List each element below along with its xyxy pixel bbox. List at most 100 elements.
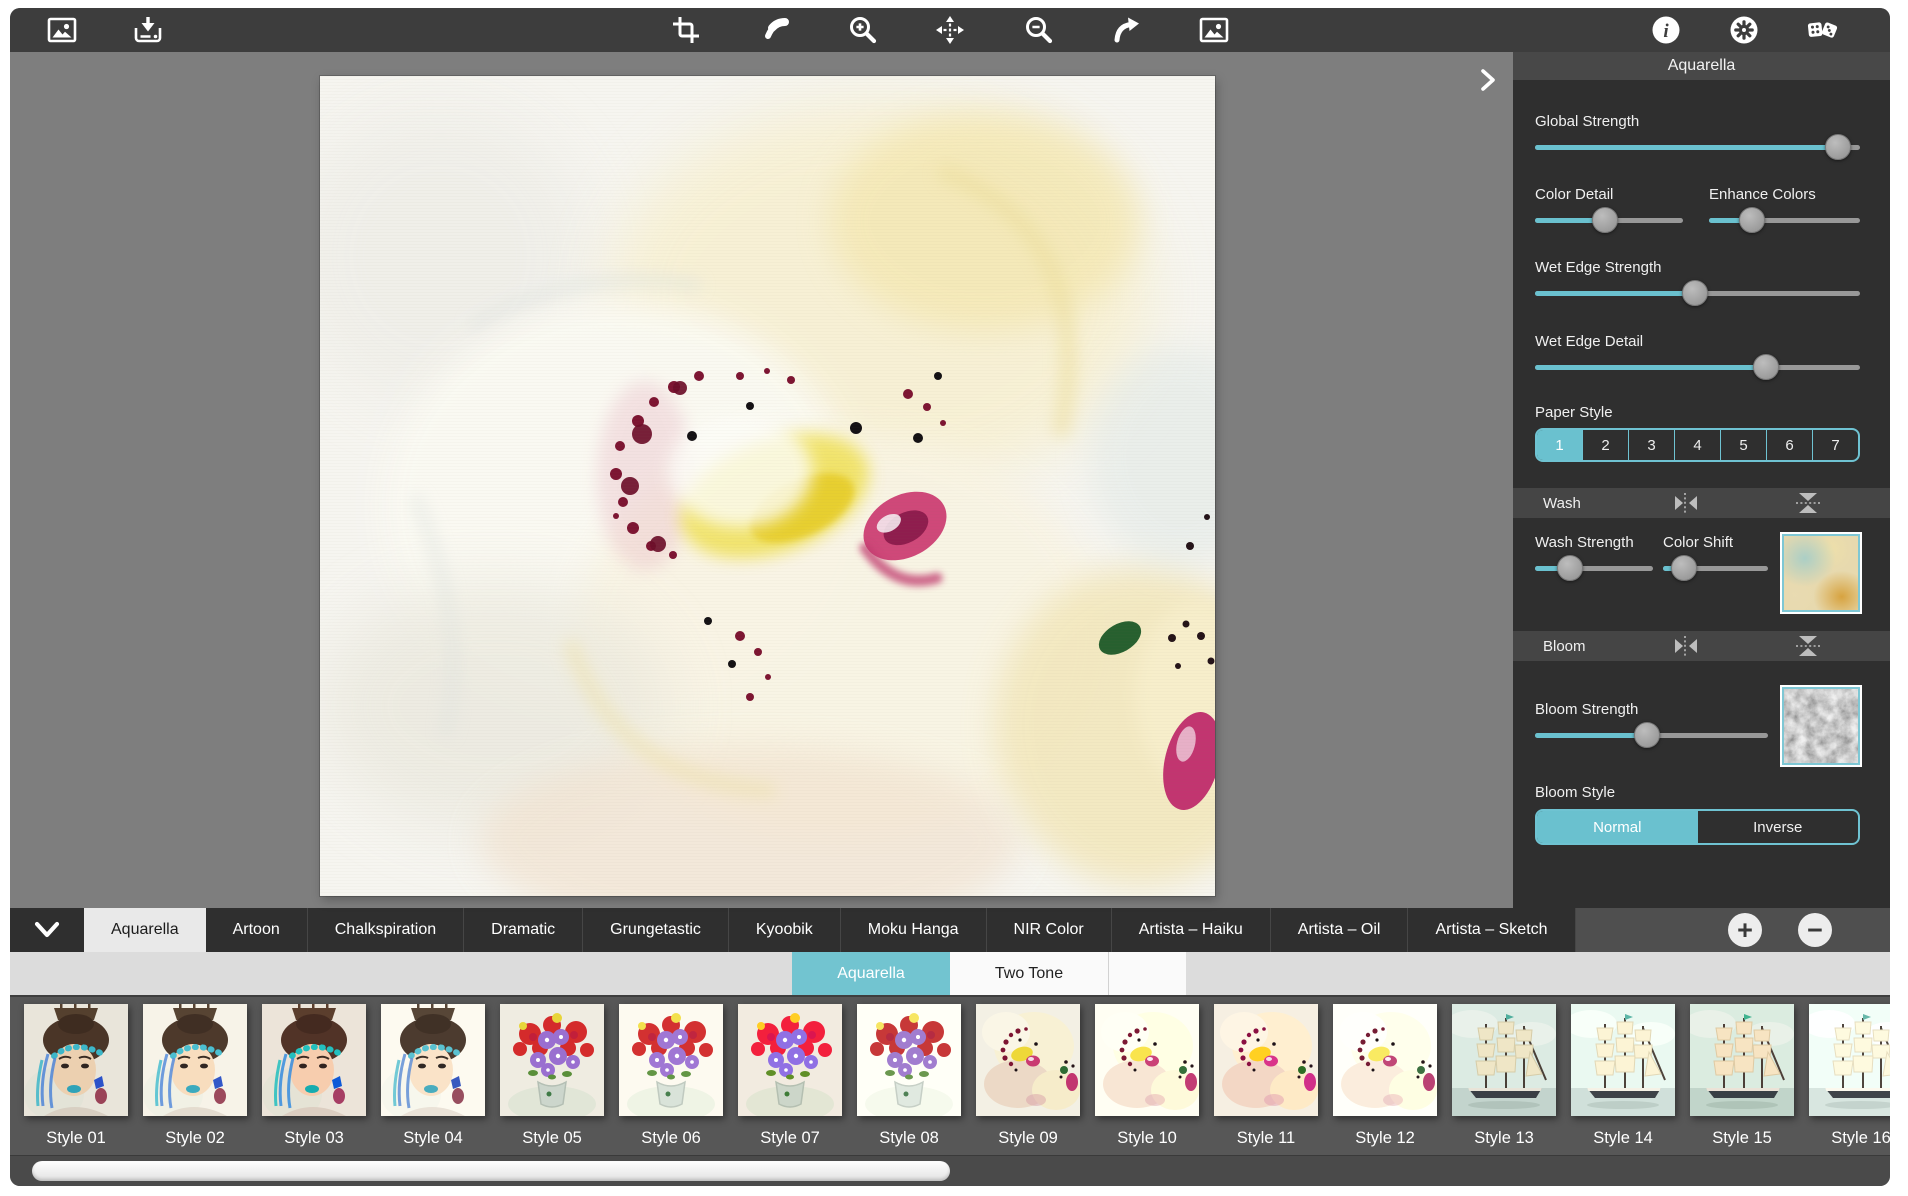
tab-actions: + − [1576, 908, 1890, 952]
color-shift-slider[interactable] [1663, 555, 1768, 581]
orchid-thumb [1333, 1004, 1437, 1116]
add-preset-button[interactable]: + [1728, 913, 1762, 947]
bouquet-thumb [500, 1004, 604, 1116]
paper-style-label: Paper Style [1535, 404, 1860, 421]
style-item-style-05[interactable]: Style 05 [500, 1004, 604, 1155]
bloom-style-option-inverse[interactable]: Inverse [1698, 811, 1859, 843]
bloom-texture-preview[interactable] [1782, 687, 1860, 765]
color-shift-label: Color Shift [1663, 534, 1768, 551]
style-label: Style 16 [1831, 1129, 1890, 1148]
sub-tab-bar: AquarellaTwo Tone [10, 952, 1890, 995]
randomize-dice-icon[interactable] [1806, 14, 1838, 46]
slider-knob[interactable] [1671, 555, 1697, 581]
flip-vertical-icon[interactable] [1795, 492, 1821, 518]
bloom-strength-slider[interactable] [1535, 722, 1768, 748]
slider-knob[interactable] [1557, 555, 1583, 581]
enhance-colors-slider[interactable] [1709, 207, 1860, 233]
enhance-colors-label: Enhance Colors [1709, 186, 1860, 203]
paper-style-option-5[interactable]: 5 [1721, 430, 1767, 460]
wash-texture-preview[interactable] [1782, 534, 1860, 612]
style-item-style-13[interactable]: Style 13 [1452, 1004, 1556, 1155]
zoom-in-icon[interactable] [846, 14, 878, 46]
tab-artista-oil[interactable]: Artista – Oil [1271, 908, 1409, 952]
paper-style-option-2[interactable]: 2 [1583, 430, 1629, 460]
tab-grungetastic[interactable]: Grungetastic [583, 908, 729, 952]
wet-edge-strength-label: Wet Edge Strength [1535, 259, 1860, 276]
tab-chalkspiration[interactable]: Chalkspiration [308, 908, 464, 952]
wash-strength-slider[interactable] [1535, 555, 1653, 581]
style-item-style-02[interactable]: Style 02 [143, 1004, 247, 1155]
style-item-style-01[interactable]: Style 01 [24, 1004, 128, 1155]
tab-artista-haiku[interactable]: Artista – Haiku [1112, 908, 1271, 952]
slider-knob[interactable] [1682, 280, 1708, 306]
global-strength-slider[interactable] [1535, 134, 1860, 160]
ship-thumb [1452, 1004, 1556, 1116]
bloom-strength-label: Bloom Strength [1535, 701, 1768, 718]
style-label: Style 12 [1355, 1129, 1415, 1148]
slider-knob[interactable] [1634, 722, 1660, 748]
style-label: Style 11 [1237, 1129, 1295, 1148]
settings-gear-icon[interactable] [1728, 14, 1760, 46]
flip-horizontal-icon[interactable] [1673, 635, 1699, 661]
rotate-icon[interactable] [758, 14, 790, 46]
style-item-style-14[interactable]: Style 14 [1571, 1004, 1675, 1155]
sub-tab-aquarella[interactable]: Aquarella [792, 952, 950, 995]
export-save-icon[interactable] [132, 14, 164, 46]
wet-edge-detail-slider[interactable] [1535, 354, 1860, 380]
sub-tab-spacer [10, 952, 792, 995]
canvas-preview[interactable] [320, 76, 1215, 896]
remove-preset-button[interactable]: − [1798, 913, 1832, 947]
tab-dramatic[interactable]: Dramatic [464, 908, 583, 952]
portrait-thumb [24, 1004, 128, 1116]
info-icon[interactable]: i [1650, 14, 1682, 46]
color-detail-slider[interactable] [1535, 207, 1683, 233]
move-icon[interactable] [934, 14, 966, 46]
paper-style-option-6[interactable]: 6 [1767, 430, 1813, 460]
style-label: Style 13 [1474, 1129, 1534, 1148]
style-item-style-12[interactable]: Style 12 [1333, 1004, 1437, 1155]
bloom-style-option-normal[interactable]: Normal [1537, 811, 1698, 843]
style-item-style-07[interactable]: Style 07 [738, 1004, 842, 1155]
paper-style-option-1[interactable]: 1 [1537, 430, 1583, 460]
panel-collapse-chevron-icon[interactable] [1477, 66, 1499, 94]
flip-vertical-icon[interactable] [1795, 635, 1821, 661]
style-item-style-06[interactable]: Style 06 [619, 1004, 723, 1155]
zoom-out-icon[interactable] [1022, 14, 1054, 46]
bouquet-thumb [857, 1004, 961, 1116]
style-item-style-04[interactable]: Style 04 [381, 1004, 485, 1155]
style-item-style-11[interactable]: Style 11 [1214, 1004, 1318, 1155]
scrollbar-thumb[interactable] [32, 1161, 950, 1181]
style-item-style-10[interactable]: Style 10 [1095, 1004, 1199, 1155]
style-item-style-08[interactable]: Style 08 [857, 1004, 961, 1155]
wet-edge-strength-slider[interactable] [1535, 280, 1860, 306]
wash-section-title: Wash [1543, 495, 1581, 512]
tab-aquarella[interactable]: Aquarella [84, 908, 206, 952]
paper-style-option-7[interactable]: 7 [1813, 430, 1858, 460]
open-image-icon[interactable] [46, 14, 78, 46]
tab-artoon[interactable]: Artoon [206, 908, 308, 952]
drawer-toggle-chevron-icon[interactable] [10, 908, 84, 952]
flip-horizontal-icon[interactable] [1673, 492, 1699, 518]
slider-knob[interactable] [1825, 134, 1851, 160]
slider-knob[interactable] [1753, 354, 1779, 380]
style-label: Style 04 [403, 1129, 463, 1148]
tab-nir-color[interactable]: NIR Color [987, 908, 1112, 952]
tab-kyoobik[interactable]: Kyoobik [729, 908, 841, 952]
ship-thumb [1571, 1004, 1675, 1116]
paper-style-option-3[interactable]: 3 [1629, 430, 1675, 460]
redo-icon[interactable] [1110, 14, 1142, 46]
style-item-style-15[interactable]: Style 15 [1690, 1004, 1794, 1155]
sub-tab-two-tone[interactable]: Two Tone [950, 952, 1108, 995]
style-item-style-03[interactable]: Style 03 [262, 1004, 366, 1155]
thumbnail-scrollbar [10, 1155, 1890, 1186]
style-label: Style 05 [522, 1129, 582, 1148]
slider-knob[interactable] [1592, 207, 1618, 233]
style-item-style-16[interactable]: Style 16 [1809, 1004, 1890, 1155]
crop-icon[interactable] [670, 14, 702, 46]
paper-style-option-4[interactable]: 4 [1675, 430, 1721, 460]
tab-artista-sketch[interactable]: Artista – Sketch [1408, 908, 1575, 952]
tab-moku-hanga[interactable]: Moku Hanga [841, 908, 987, 952]
slider-knob[interactable] [1739, 207, 1765, 233]
compare-original-icon[interactable] [1198, 14, 1230, 46]
style-item-style-09[interactable]: Style 09 [976, 1004, 1080, 1155]
